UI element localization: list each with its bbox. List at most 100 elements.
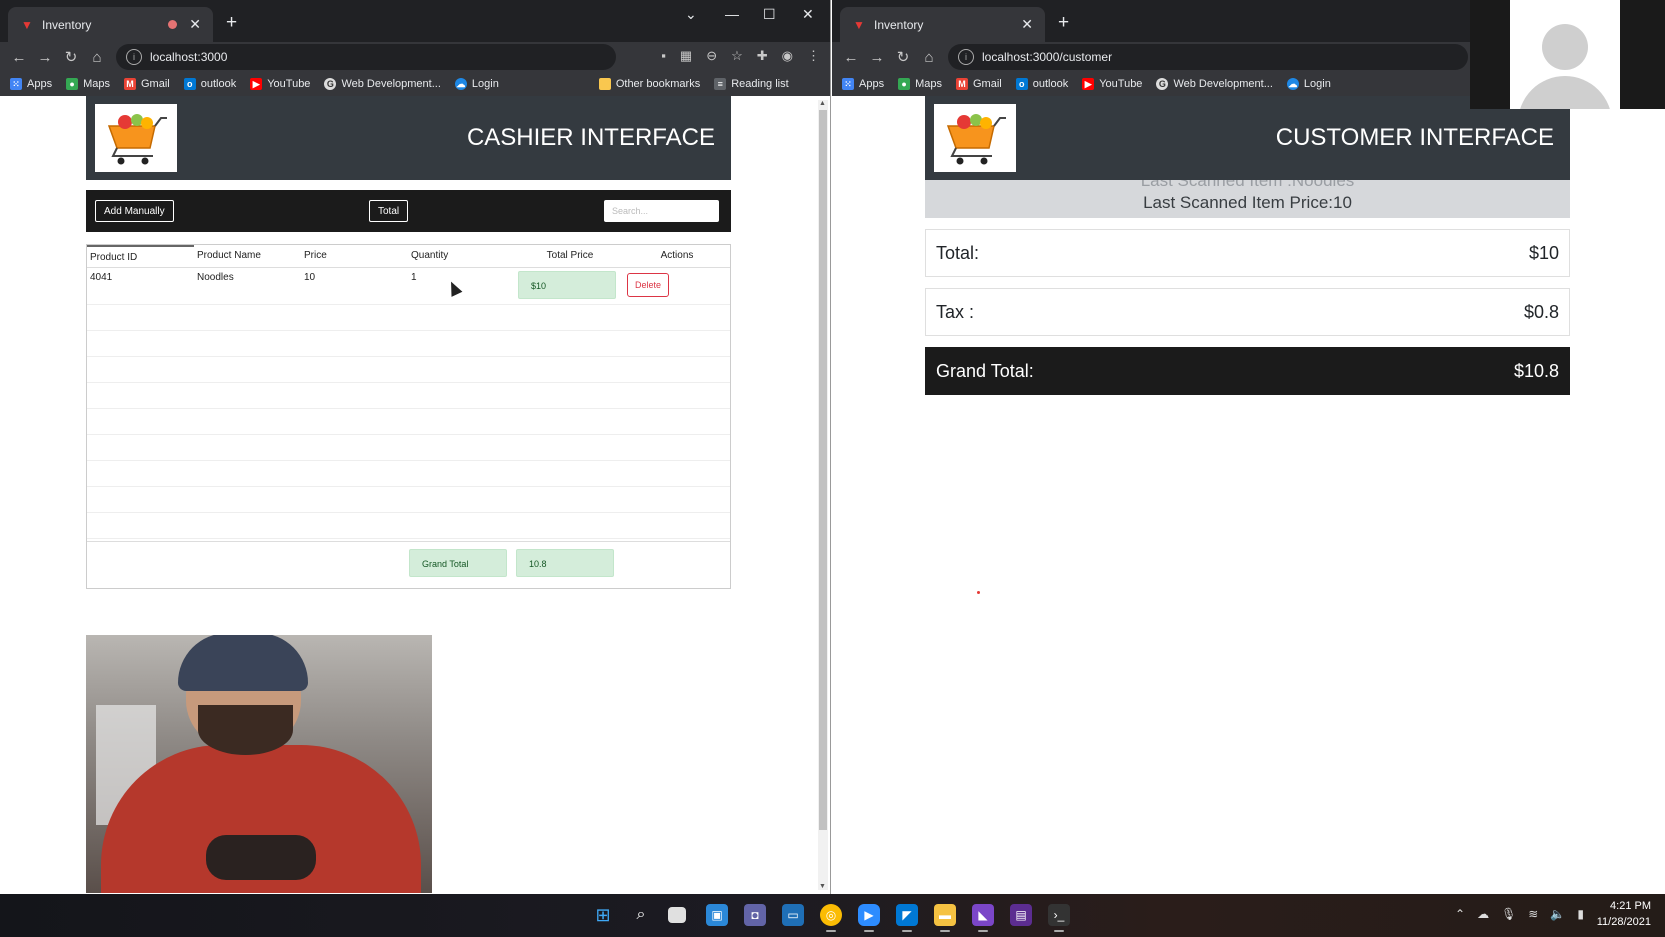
col-quantity[interactable]: Quantity: [408, 245, 515, 267]
tab-strip: ▼ Inventory ✕ + ⌄ — ☐ ✕: [0, 0, 830, 42]
bookmark-outlook[interactable]: o outlook: [1015, 78, 1068, 90]
total-button[interactable]: Total: [369, 200, 409, 222]
task-view-icon[interactable]: [668, 907, 686, 923]
bookmark-login[interactable]: ☁ Login: [454, 78, 499, 90]
webcam-person-beard: [198, 705, 293, 755]
table-header: Product ID Product Name Price Quantity T…: [87, 245, 730, 268]
visual-studio-icon[interactable]: ◣: [972, 904, 994, 932]
windows-taskbar: ⊞ ⌕ ▣ ◘ ▭ ◎ ▶ ◤ ▬ ◣ ▤ ›_ ⌃ ☁ 🎙 ≋ 🔈 ▮ 4:2…: [0, 894, 1665, 937]
row-total-badge: $10: [518, 271, 616, 299]
cell-price: 10: [304, 272, 316, 283]
reload-icon[interactable]: ↻: [890, 48, 916, 66]
grand-total-label: Grand Total: [409, 549, 507, 577]
vscode-icon[interactable]: ◤: [896, 904, 918, 932]
bookmark-outlook[interactable]: o outlook: [183, 78, 236, 90]
scrollbar-thumb[interactable]: [819, 110, 827, 830]
chrome-icon[interactable]: ◎: [820, 904, 842, 932]
customer-browser-window: ▼ Inventory ✕ + ← → ↻ ⌂ i localhost:3000…: [832, 0, 1665, 894]
home-icon[interactable]: ⌂: [916, 49, 942, 66]
onedrive-icon[interactable]: ☁: [1477, 907, 1489, 921]
back-icon[interactable]: ←: [6, 49, 32, 66]
last-scanned-band: Last Scanned Item :Noodles Last Scanned …: [925, 180, 1570, 218]
bookmark-web-development[interactable]: G Web Development...: [1156, 78, 1273, 90]
scroll-down-icon[interactable]: ▼: [819, 883, 826, 890]
url-text: localhost:3000: [150, 50, 228, 64]
close-tab-icon[interactable]: ✕: [189, 16, 201, 33]
info-icon[interactable]: i: [958, 49, 974, 65]
youtube-icon: ▶: [250, 78, 263, 90]
profile-icon[interactable]: ◉: [782, 48, 793, 64]
bookmark-maps[interactable]: ● Maps: [66, 78, 110, 90]
camera-icon[interactable]: ▪: [661, 48, 666, 64]
microphone-icon[interactable]: 🎙: [1501, 907, 1516, 921]
bookmark-youtube[interactable]: ▶ YouTube: [1082, 78, 1142, 90]
col-product-name[interactable]: Product Name: [194, 245, 301, 267]
gmail-icon: M: [123, 78, 136, 90]
grand-total-value: 10.8: [516, 549, 614, 577]
cashier-page: CASHIER INTERFACE Add Manually Total Sea…: [0, 96, 830, 893]
bookmark-login[interactable]: ☁ Login: [1286, 78, 1331, 90]
col-total-price[interactable]: Total Price: [515, 245, 622, 267]
bookmark-youtube[interactable]: ▶ YouTube: [250, 78, 310, 90]
qr-icon[interactable]: ▦: [680, 48, 692, 64]
extensions-icon[interactable]: ✚: [757, 48, 768, 64]
search-icon[interactable]: ⌕: [630, 904, 652, 926]
wifi-icon[interactable]: ≋: [1528, 907, 1538, 921]
participant-video-tile: [1470, 0, 1665, 109]
bookmark-web-development[interactable]: G Web Development...: [324, 78, 441, 90]
desktop-icon[interactable]: ▭: [782, 904, 804, 926]
teams-icon[interactable]: ◘: [744, 904, 766, 926]
home-icon[interactable]: ⌂: [84, 49, 110, 66]
table-row: 4041 Noodles 10 1 $10 Delete: [87, 268, 730, 305]
bookmark-other[interactable]: Other bookmarks: [598, 78, 700, 90]
close-window-icon[interactable]: ✕: [802, 6, 814, 23]
delete-button[interactable]: Delete: [627, 273, 670, 297]
zoom-icon[interactable]: ⊖: [706, 48, 717, 64]
scroll-up-icon[interactable]: ▲: [819, 100, 826, 107]
customer-title: CUSTOMER INTERFACE: [1275, 124, 1554, 151]
cashier-control-bar: Add Manually Total Search...: [86, 190, 731, 232]
chevron-up-icon[interactable]: ⌃: [1455, 907, 1465, 921]
bookmark-gmail[interactable]: M Gmail: [123, 78, 170, 90]
bookmark-apps[interactable]: ⁙ Apps: [842, 78, 884, 90]
battery-icon[interactable]: ▮: [1577, 907, 1584, 921]
col-product-id[interactable]: Product ID: [87, 245, 194, 267]
add-manually-button[interactable]: Add Manually: [95, 200, 174, 222]
file-explorer-icon[interactable]: ▬: [934, 904, 956, 932]
volume-icon[interactable]: 🔈: [1550, 907, 1565, 921]
menu-icon[interactable]: ⋮: [807, 48, 820, 64]
back-icon[interactable]: ←: [838, 49, 864, 66]
close-tab-icon[interactable]: ✕: [1021, 16, 1033, 33]
forward-icon[interactable]: →: [32, 49, 58, 66]
vertical-scrollbar[interactable]: ▲ ▼: [818, 100, 828, 890]
tab-inventory[interactable]: ▼ Inventory ✕: [8, 7, 213, 42]
app-icon[interactable]: ▤: [1010, 904, 1032, 926]
info-icon[interactable]: i: [126, 49, 142, 65]
total-card: Total: $10: [925, 229, 1570, 277]
terminal-icon[interactable]: ›_: [1048, 904, 1070, 932]
widgets-icon[interactable]: ▣: [706, 904, 728, 926]
empty-row: [87, 513, 730, 539]
address-bar[interactable]: i localhost:3000: [116, 44, 616, 70]
reload-icon[interactable]: ↻: [58, 48, 84, 66]
cell-product-id: 4041: [90, 272, 113, 283]
bookmark-gmail[interactable]: M Gmail: [955, 78, 1002, 90]
forward-icon[interactable]: →: [864, 49, 890, 66]
new-tab-icon[interactable]: +: [226, 12, 237, 34]
tab-inventory[interactable]: ▼ Inventory ✕: [840, 7, 1045, 42]
tab-search-icon[interactable]: ⌄: [685, 6, 697, 23]
search-input[interactable]: Search...: [604, 200, 719, 222]
minimize-icon[interactable]: —: [725, 6, 739, 22]
zoom-app-icon[interactable]: ▶: [858, 904, 880, 932]
address-bar[interactable]: i localhost:3000/customer: [948, 44, 1468, 70]
new-tab-icon[interactable]: +: [1058, 12, 1069, 34]
clock[interactable]: 4:21 PM 11/28/2021: [1597, 898, 1651, 930]
maximize-icon[interactable]: ☐: [763, 6, 776, 23]
globe-icon: G: [1156, 78, 1169, 90]
col-price[interactable]: Price: [301, 245, 408, 267]
star-icon[interactable]: ☆: [731, 48, 743, 64]
bookmark-apps[interactable]: ⁙ Apps: [10, 78, 52, 90]
reading-list[interactable]: ≡ Reading list: [714, 78, 789, 90]
bookmark-maps[interactable]: ● Maps: [898, 78, 942, 90]
start-icon[interactable]: ⊞: [592, 904, 614, 926]
